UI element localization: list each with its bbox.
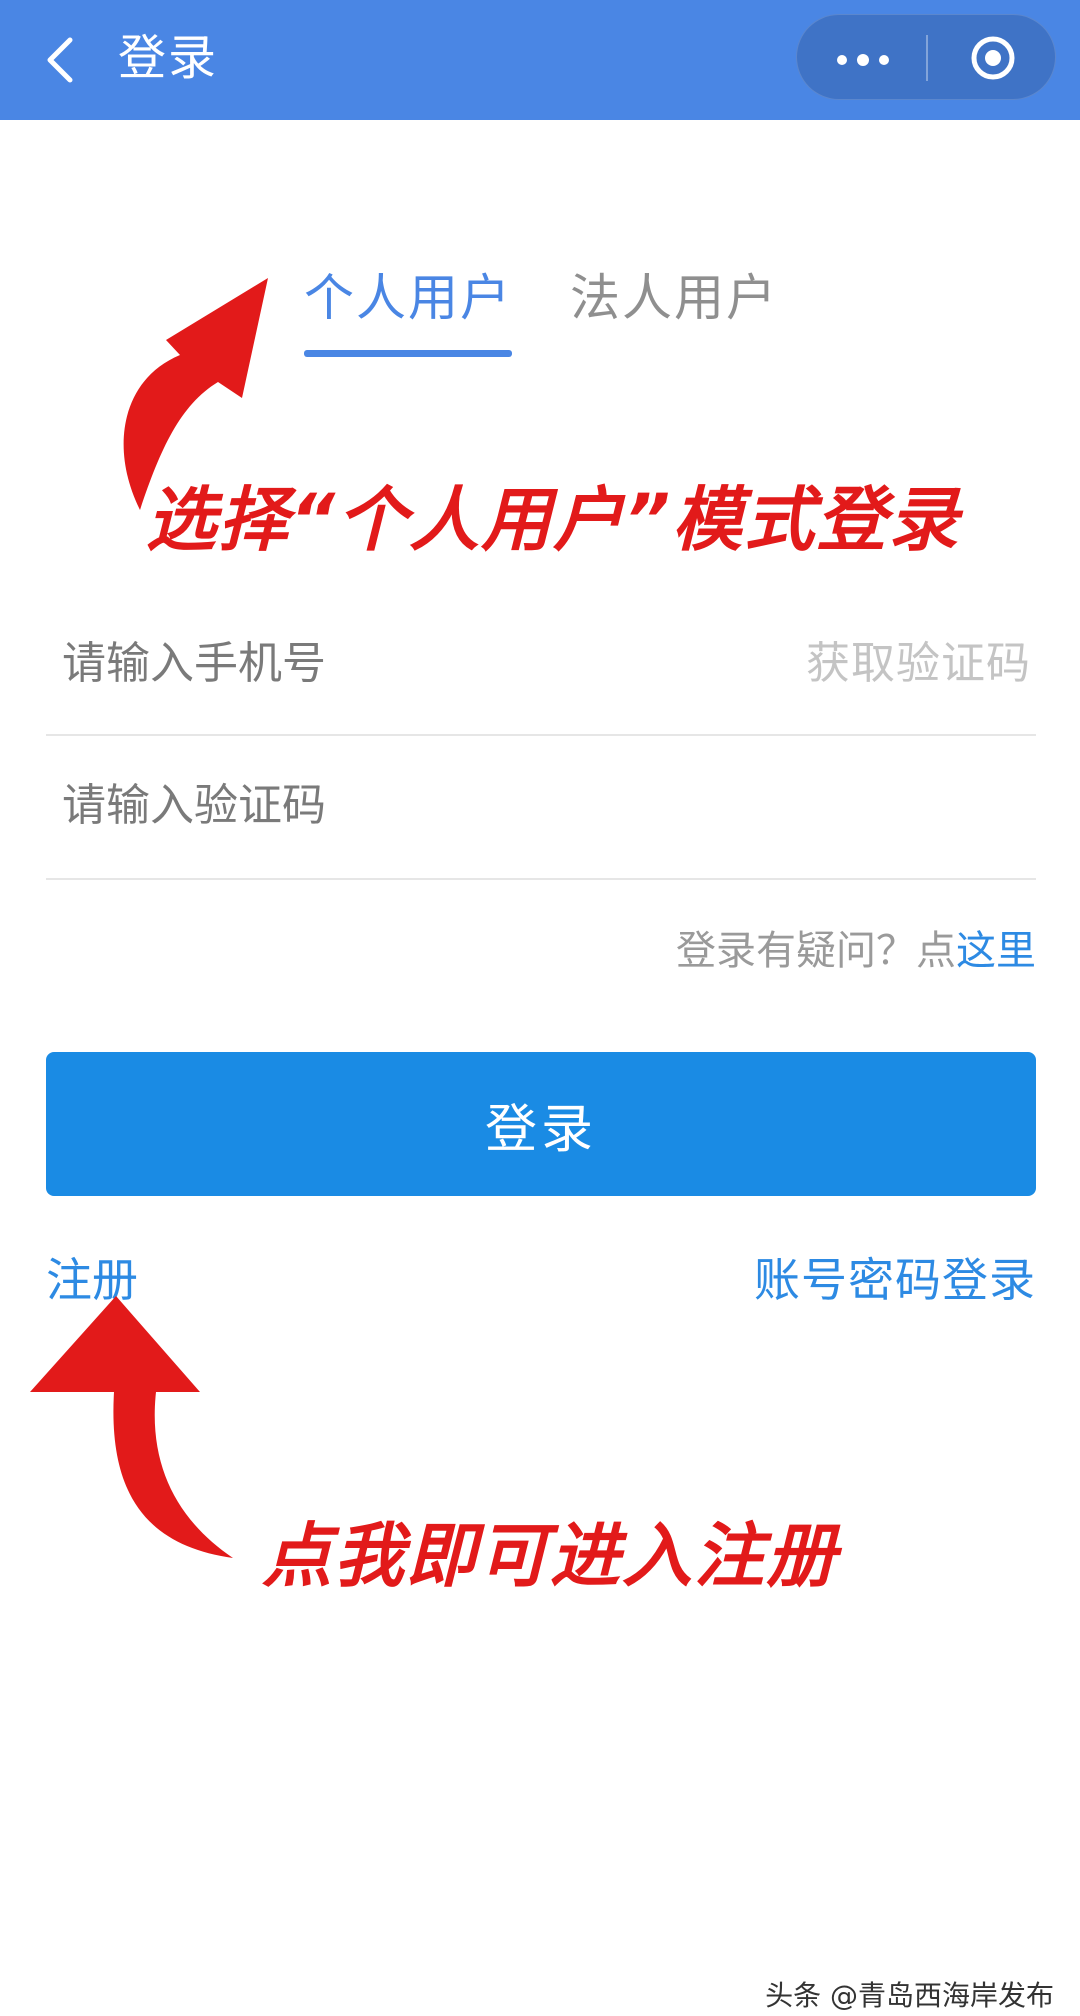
- page-title: 登录: [118, 30, 219, 86]
- target-circle-icon: [971, 36, 1015, 80]
- more-dot: [879, 55, 889, 65]
- phone-input[interactable]: [62, 608, 762, 718]
- login-button[interactable]: 登录: [46, 1052, 1036, 1196]
- annotation-select-mode: 选择“个人用户”模式登录: [146, 479, 961, 561]
- tab-legal-user[interactable]: 法人用户: [570, 266, 778, 330]
- help-text: 登录有疑问？点: [676, 928, 956, 974]
- password-login-link[interactable]: 账号密码登录: [754, 1250, 1036, 1310]
- get-code-button[interactable]: 获取验证码: [806, 634, 1031, 694]
- divider: [46, 734, 1036, 736]
- login-help: 登录有疑问？点这里: [676, 924, 1036, 978]
- tab-personal-user[interactable]: 个人用户: [304, 266, 512, 330]
- code-input[interactable]: [62, 750, 762, 860]
- divider: [46, 878, 1036, 880]
- code-field: [46, 750, 1036, 860]
- more-dots-icon: [837, 55, 847, 65]
- capsule-divider: [926, 35, 928, 81]
- more-button[interactable]: [797, 15, 925, 101]
- chevron-left-icon: [47, 37, 73, 83]
- back-button[interactable]: [36, 30, 86, 90]
- more-dot: [857, 54, 869, 66]
- watermark: 头条 @青岛西海岸发布: [765, 1979, 1054, 2012]
- help-link[interactable]: 这里: [956, 928, 1036, 974]
- close-button[interactable]: [929, 15, 1057, 101]
- nav-bar: 登录: [0, 0, 1080, 120]
- annotation-arrow-up-icon: [30, 1296, 233, 1558]
- active-tab-indicator: [304, 350, 512, 357]
- mini-program-capsule: [796, 14, 1056, 100]
- annotation-register-hint: 点我即可进入注册: [262, 1515, 838, 1597]
